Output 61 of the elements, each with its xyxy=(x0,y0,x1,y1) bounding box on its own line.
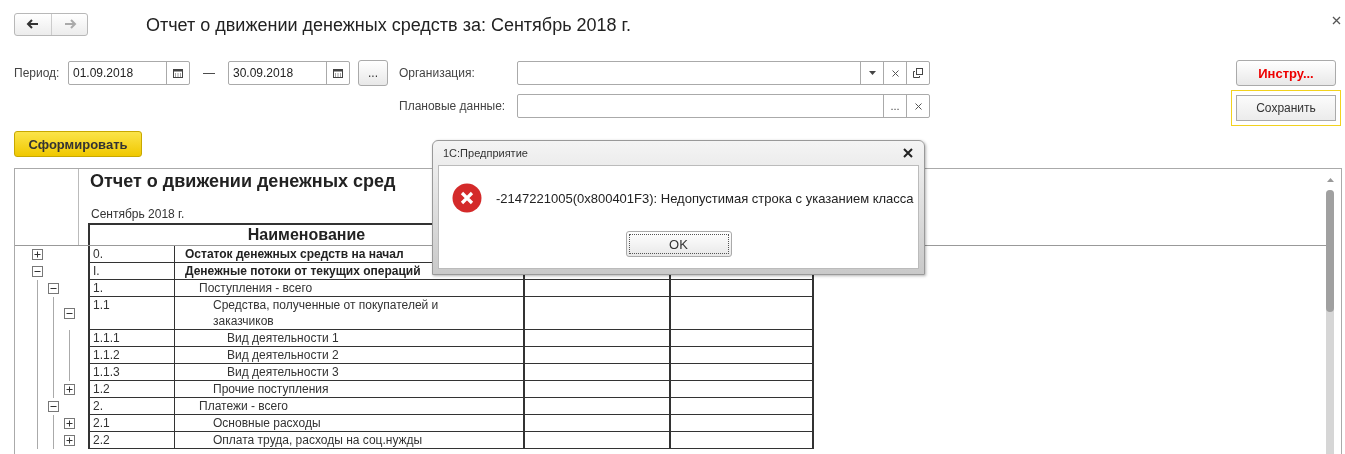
table-cell: Вид деятельности 1 xyxy=(174,330,523,347)
scroll-up-icon xyxy=(1326,178,1334,182)
table-cell: Прочие поступления xyxy=(174,381,523,398)
report-period: Сентябрь 2018 г. xyxy=(90,207,185,223)
organization-label: Организация: xyxy=(399,66,476,80)
scrollbar-thumb[interactable] xyxy=(1326,190,1334,312)
table-cell: Средства, полученные от покупателей и заказчиков xyxy=(174,297,523,330)
report-title: Отчет о движении денежных сред xyxy=(89,170,396,193)
table-cell: 2.1 xyxy=(88,415,174,432)
table-cell: 1.1.2 xyxy=(88,347,174,364)
left-arrow-icon xyxy=(26,18,40,30)
caret-down-icon xyxy=(868,71,876,75)
table-cell: 0. xyxy=(88,246,174,263)
table-cell: Основные расходы xyxy=(174,415,523,432)
expand-icon[interactable] xyxy=(64,418,75,429)
expand-icon[interactable] xyxy=(64,435,75,446)
calendar-icon xyxy=(333,68,343,78)
collapse-icon[interactable] xyxy=(48,401,59,412)
generate-button[interactable]: Сформировать xyxy=(14,131,142,157)
calendar-icon xyxy=(173,68,183,78)
window-title: Отчет о движении денежных средств за: Сентябрь 2018 г. xyxy=(146,15,631,36)
scrollbar-track[interactable] xyxy=(1326,190,1334,454)
date-field[interactable]: 30.09.2018 xyxy=(228,61,350,85)
close-icon xyxy=(891,69,899,77)
dialog-title: 1С:Предприятие xyxy=(443,147,528,159)
table-cell: 2.2 xyxy=(88,432,174,449)
instructions-button[interactable]: Инстру... xyxy=(1236,60,1336,86)
table-cell: Вид деятельности 3 xyxy=(174,364,523,381)
table-cell: 1.2 xyxy=(88,381,174,398)
plan-data-label: Плановые данные: xyxy=(399,99,507,113)
table-cell: 2. xyxy=(88,398,174,415)
collapse-icon[interactable] xyxy=(32,266,43,277)
expand-icon[interactable] xyxy=(64,384,75,395)
table-cell: 1.1.1 xyxy=(88,330,174,347)
ok-button[interactable]: OK xyxy=(625,231,732,257)
close-icon xyxy=(914,102,922,110)
close-icon[interactable] xyxy=(903,148,913,158)
error-icon xyxy=(452,183,482,213)
plan-data-field[interactable]: ... xyxy=(517,94,930,118)
period-label: Период: xyxy=(14,66,61,80)
error-message: -2147221005(0x800401F3): Недопустимая строка с указанием класса xyxy=(496,190,914,206)
table-cell: Платежи - всего xyxy=(174,398,523,415)
table-cell: Оплата труда, расходы на соц.нужды xyxy=(174,432,523,449)
table-cell: 1.1.3 xyxy=(88,364,174,381)
period-more-button[interactable]: ... xyxy=(358,60,388,86)
table-cell: 1.1 xyxy=(88,297,174,330)
date-field[interactable]: 01.09.2018 xyxy=(68,61,190,85)
dash-separator: — xyxy=(202,66,216,80)
table-cell: Поступления - всего xyxy=(174,280,523,297)
close-icon xyxy=(1332,16,1341,25)
windows-icon xyxy=(913,68,923,78)
table-cell: Вид деятельности 2 xyxy=(174,347,523,364)
save-button[interactable]: Сохранить xyxy=(1231,90,1341,126)
right-arrow-icon xyxy=(62,18,77,30)
organization-field[interactable] xyxy=(517,61,930,85)
select-button[interactable]: ... xyxy=(883,95,906,117)
table-cell: I. xyxy=(88,263,174,280)
collapse-icon[interactable] xyxy=(48,283,59,294)
expand-icon[interactable] xyxy=(32,249,43,260)
collapse-icon[interactable] xyxy=(64,308,75,319)
table-cell: 1. xyxy=(88,280,174,297)
